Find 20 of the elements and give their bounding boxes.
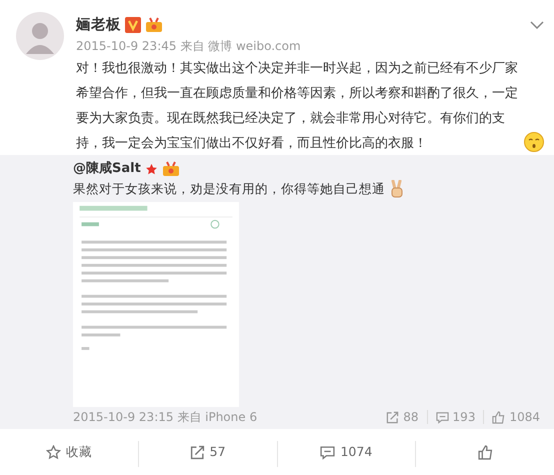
repost-meta: 2015-10-9 23:15 来自 iPhone 6 [73,409,258,425]
author-name[interactable]: 婳老板 [76,16,121,34]
victory-hand-icon [389,180,405,198]
chevron-down-icon[interactable] [530,21,544,29]
repost-text: 果然对于女孩来说，劝是没有用的，你得等她自己想通 [73,180,385,198]
post-meta: 2015-10-9 23:45 来自 微博 weibo.com [76,38,302,54]
repost-author[interactable]: @陳咸Salt [73,160,141,178]
badge-icon [162,161,180,177]
comment-icon [320,444,336,460]
star-icon [46,444,61,460]
thumbs-up-icon [478,444,493,460]
comment-icon [436,410,449,424]
post-text: 对！我也很激动！其实做出这个决定并非一时兴起，因为之前已经有不少厂家希望合作，但我一直在顾虑质量和价格等因素，所以考察和斟酌了很久，一定要为大家负责。现在既然我已经决定了，就会非常用心对待它。有你们的支持，我一定会为宝宝们做出不仅好看，而且性价比高的衣服！ [76,60,519,153]
thumbs-up-icon [492,410,506,424]
emoji-icon [524,132,544,152]
avatar[interactable] [16,12,64,60]
share-icon [386,410,400,424]
badge-icon [145,17,163,33]
star-icon [144,162,158,176]
share-icon [190,444,205,460]
